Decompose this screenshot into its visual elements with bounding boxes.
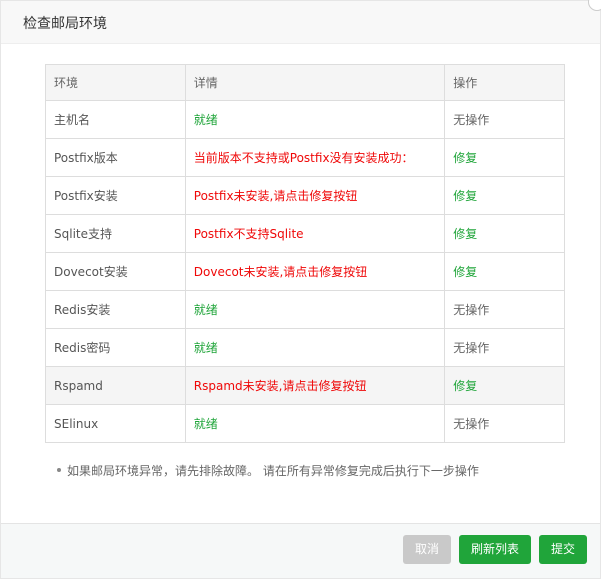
env-name: Postfix版本 — [45, 138, 186, 177]
table-row: Rspamd Rspamd未安装,请点击修复按钮 修复 — [45, 366, 565, 405]
repair-link[interactable]: 修复 — [444, 252, 565, 291]
env-name: Redis密码 — [45, 328, 186, 367]
env-name: Rspamd — [45, 366, 186, 405]
dialog-title: 检查邮局环境 — [23, 16, 107, 32]
env-name: SElinux — [45, 404, 186, 443]
header-env: 环境 — [45, 64, 186, 101]
table-row: Dovecot安装 Dovecot未安装,请点击修复按钮 修复 — [45, 252, 565, 291]
env-name: Sqlite支持 — [45, 214, 186, 253]
close-icon[interactable] — [588, 0, 601, 11]
env-name: Postfix安装 — [45, 176, 186, 215]
env-action-text: 无操作 — [444, 100, 565, 139]
table-row: Sqlite支持 Postfix不支持Sqlite 修复 — [45, 214, 565, 253]
env-check-dialog: 检查邮局环境 环境 详情 操作 主机名 就绪 无操作 Postfix版本 当前版… — [0, 0, 601, 579]
env-action-text: 无操作 — [444, 328, 565, 367]
table-header-row: 环境 详情 操作 — [45, 64, 565, 101]
env-detail: Postfix不支持Sqlite — [184, 214, 446, 253]
env-detail: 就绪 — [184, 328, 446, 367]
repair-link[interactable]: 修复 — [444, 176, 565, 215]
repair-link[interactable]: 修复 — [444, 214, 565, 253]
env-detail: 就绪 — [184, 100, 446, 139]
env-name: Redis安装 — [45, 290, 186, 329]
env-detail: 就绪 — [184, 404, 446, 443]
env-action-text: 无操作 — [444, 290, 565, 329]
help-note-text: 如果邮局环境异常，请先排除故障。 请在所有异常修复完成后执行下一步操作 — [67, 464, 479, 478]
env-detail: Rspamd未安装,请点击修复按钮 — [184, 366, 446, 405]
dialog-header: 检查邮局环境 — [1, 0, 601, 44]
table-row: Postfix安装 Postfix未安装,请点击修复按钮 修复 — [45, 176, 565, 215]
cancel-button[interactable]: 取消 — [403, 535, 451, 564]
table-row: 主机名 就绪 无操作 — [45, 100, 565, 139]
refresh-list-button[interactable]: 刷新列表 — [459, 535, 531, 564]
env-detail: 当前版本不支持或Postfix没有安装成功： — [184, 138, 446, 177]
table-row: Postfix版本 当前版本不支持或Postfix没有安装成功： 修复 — [45, 138, 565, 177]
table-row: Redis安装 就绪 无操作 — [45, 290, 565, 329]
env-action-text: 无操作 — [444, 404, 565, 443]
table-row: SElinux 就绪 无操作 — [45, 404, 565, 443]
dialog-body: 环境 详情 操作 主机名 就绪 无操作 Postfix版本 当前版本不支持或Po… — [1, 44, 600, 523]
bullet-icon — [57, 468, 61, 472]
header-action: 操作 — [444, 64, 565, 101]
help-note: 如果邮局环境异常，请先排除故障。 请在所有异常修复完成后执行下一步操作 — [57, 462, 479, 479]
table-row: Redis密码 就绪 无操作 — [45, 328, 565, 367]
repair-link[interactable]: 修复 — [444, 366, 565, 405]
env-detail: Postfix未安装,请点击修复按钮 — [184, 176, 446, 215]
env-name: 主机名 — [45, 100, 186, 139]
env-detail: Dovecot未安装,请点击修复按钮 — [184, 252, 446, 291]
env-table: 环境 详情 操作 主机名 就绪 无操作 Postfix版本 当前版本不支持或Po… — [45, 64, 565, 443]
dialog-footer: 取消 刷新列表 提交 — [1, 523, 600, 578]
header-detail: 详情 — [184, 64, 446, 101]
env-name: Dovecot安装 — [45, 252, 186, 291]
submit-button[interactable]: 提交 — [539, 535, 587, 564]
env-detail: 就绪 — [184, 290, 446, 329]
repair-link[interactable]: 修复 — [444, 138, 565, 177]
